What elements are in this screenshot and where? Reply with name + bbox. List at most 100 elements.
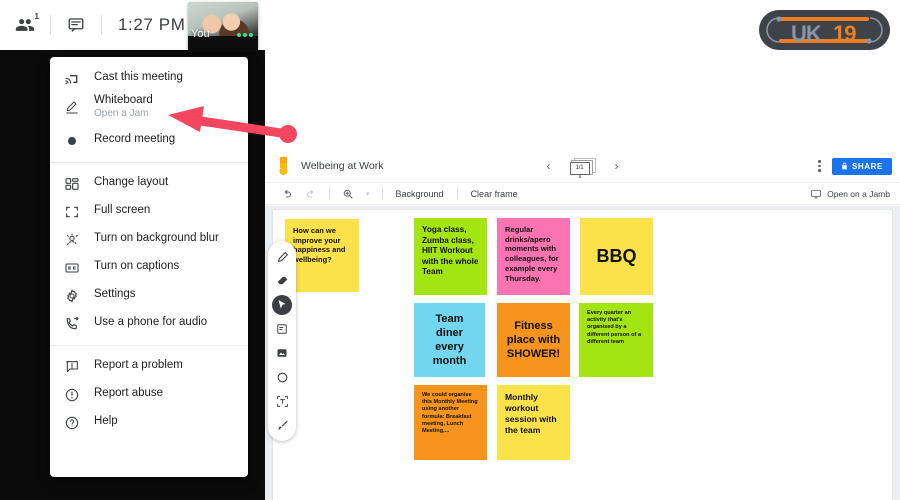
sticky-note-text: Regular drinks/apero moments with collea… — [505, 225, 559, 283]
record-icon — [64, 129, 94, 153]
sticky-note-tool[interactable] — [272, 319, 292, 339]
menu-label: Full screen — [94, 204, 151, 216]
menu-item-full-screen[interactable]: Full screen — [50, 198, 248, 226]
menu-label: Settings — [94, 288, 136, 300]
sticky-note-text: Team diner every month — [432, 312, 467, 368]
jamboard-tool-palette[interactable] — [268, 241, 296, 441]
menu-label: Cast this meeting — [94, 71, 183, 83]
menu-sublabel: Open a Jam — [94, 108, 149, 119]
meeting-time: 1:27 PM — [118, 15, 186, 34]
menu-item-cast-this-meeting[interactable]: Cast this meeting — [50, 65, 248, 93]
menu-item-settings[interactable]: Settings — [50, 282, 248, 310]
laser-tool[interactable] — [272, 415, 292, 435]
undo-icon[interactable] — [275, 185, 299, 203]
toolbar-separator-2 — [381, 187, 383, 200]
menu-label: Report abuse — [94, 387, 164, 399]
jamboard-logo-icon — [275, 156, 292, 176]
next-frame-button[interactable]: › — [610, 159, 624, 173]
jamboard-canvas[interactable]: How can we improve your happiness and we… — [273, 210, 892, 500]
menu-item-phone-audio[interactable]: Use a phone for audio — [50, 310, 248, 338]
toolbar-separator-3 — [456, 187, 458, 200]
sticky-note-text: Every quarter an activity that's organis… — [587, 310, 642, 345]
fullscreen-icon — [64, 200, 94, 224]
image-tool[interactable] — [272, 343, 292, 363]
sticky-note-text: Monthly workout session with the team — [505, 392, 557, 436]
jamboard-panel: Welbeing at Work ‹ 1/1 › SHARE ▾ Backgro… — [265, 150, 900, 500]
sticky-note-text: How can we improve your happiness and we… — [293, 226, 346, 264]
menu-label: Use a phone for audio — [94, 316, 208, 328]
self-view-label: You — [191, 28, 210, 40]
toolbar-separator-1 — [329, 187, 330, 200]
jamboard-header-actions: SHARE — [815, 157, 892, 175]
chat-icon[interactable] — [59, 10, 93, 40]
sticky-note[interactable]: How can we improve your happiness and we… — [285, 219, 359, 292]
sticky-note[interactable]: Team diner every month — [414, 303, 485, 377]
menu-divider-2 — [50, 345, 248, 346]
eraser-tool[interactable] — [272, 271, 292, 291]
screen-root: 1 1:27 PM You Cast this meeting Whiteboa… — [0, 0, 900, 500]
prev-frame-button[interactable]: ‹ — [542, 159, 556, 173]
background-button[interactable]: Background — [389, 189, 451, 199]
sticky-note[interactable]: Every quarter an activity that's organis… — [579, 303, 653, 377]
menu-item-captions[interactable]: Turn on captions — [50, 254, 248, 282]
menu-label: Help — [94, 415, 118, 427]
sticky-note[interactable]: Regular drinks/apero moments with collea… — [497, 218, 570, 295]
sticky-note[interactable]: Yoga class, Zumba class, HIIT Workout wi… — [414, 218, 487, 295]
menu-item-background-blur[interactable]: Turn on background blur — [50, 226, 248, 254]
zoom-icon[interactable] — [336, 185, 360, 203]
menu-label: Whiteboard — [94, 94, 153, 106]
cast-icon — [64, 67, 94, 91]
shape-tool[interactable] — [272, 367, 292, 387]
menu-item-report-a-problem[interactable]: Report a problem — [50, 353, 248, 381]
sticky-note[interactable]: We could organise this Monthly Meeting u… — [414, 385, 487, 460]
jamboard-toolbar-right: Open on a Jamb — [810, 188, 890, 200]
redo-icon[interactable] — [299, 185, 323, 203]
phone-icon — [64, 312, 94, 336]
more-options-icon[interactable] — [237, 33, 253, 37]
sticky-note-text: Fitness place with SHOWER! — [506, 319, 561, 361]
zoom-dropdown-caret-icon[interactable]: ▾ — [360, 185, 376, 203]
sticky-note-text: Yoga class, Zumba class, HIIT Workout wi… — [422, 225, 479, 276]
select-tool[interactable] — [272, 295, 292, 315]
open-on-jamboard-label[interactable]: Open on a Jamb — [827, 189, 890, 199]
self-view-tile[interactable]: You — [188, 2, 258, 52]
participant-count-badge: 1 — [34, 12, 39, 21]
jamboard-header: Welbeing at Work ‹ 1/1 › SHARE — [265, 150, 900, 183]
menu-item-report-abuse[interactable]: Report abuse — [50, 381, 248, 409]
frame-selector-icon[interactable]: 1/1 — [569, 157, 596, 178]
svg-text:UK: UK — [791, 21, 822, 46]
toolbar-divider — [50, 15, 51, 35]
report-problem-icon — [64, 355, 94, 379]
frame-counter: 1/1 — [575, 165, 584, 171]
menu-item-help[interactable]: Help — [50, 409, 248, 437]
menu-label: Turn on captions — [94, 260, 180, 272]
sticky-note-text: BBQ — [596, 245, 637, 266]
sticky-note[interactable]: BBQ — [580, 218, 653, 295]
sticky-note[interactable]: Fitness place with SHOWER! — [497, 303, 570, 377]
share-label: SHARE — [851, 161, 883, 171]
red-arrow-pointer — [160, 104, 300, 151]
share-button[interactable]: SHARE — [831, 157, 892, 175]
sticky-note[interactable]: Monthly workout session with the team — [497, 385, 570, 460]
lock-icon — [842, 162, 847, 170]
textbox-tool[interactable] — [272, 391, 292, 411]
clear-frame-button[interactable]: Clear frame — [464, 189, 525, 199]
menu-item-change-layout[interactable]: Change layout — [50, 170, 248, 198]
menu-label: Turn on background blur — [94, 232, 219, 244]
jamboard-toolbar: ▾ Background Clear frame Open on a Jamb — [265, 183, 900, 205]
jamboard-title[interactable]: Welbeing at Work — [301, 160, 383, 172]
report-abuse-icon — [64, 383, 94, 407]
pen-icon — [64, 95, 94, 119]
sticky-note-text: We could organise this Monthly Meeting u… — [422, 392, 478, 434]
toolbar-divider-2 — [101, 15, 102, 35]
help-icon — [64, 411, 94, 435]
more-options-icon[interactable] — [815, 160, 824, 172]
gear-icon — [64, 284, 94, 308]
people-icon[interactable]: 1 — [8, 10, 42, 40]
blur-icon — [64, 228, 94, 252]
menu-label: Report a problem — [94, 359, 183, 371]
jamboard-device-icon — [810, 188, 822, 200]
svg-text:19: 19 — [833, 21, 856, 46]
captions-icon — [64, 256, 94, 280]
pen-tool[interactable] — [272, 247, 292, 267]
